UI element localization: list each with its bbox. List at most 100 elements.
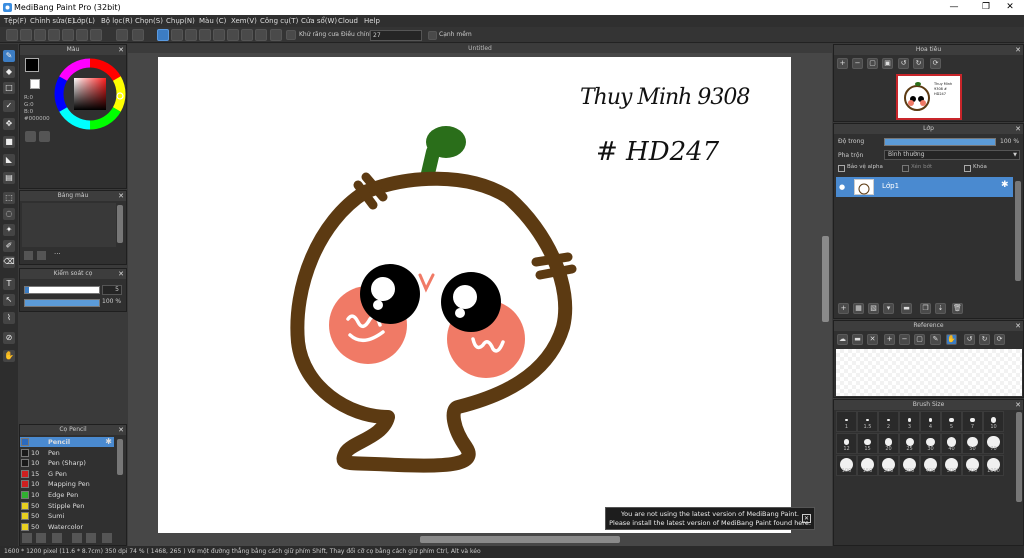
nav-fit-icon[interactable]: ▢ xyxy=(867,58,878,69)
color-wheel[interactable] xyxy=(54,58,126,130)
brush-size-preset[interactable]: 500 xyxy=(941,455,962,476)
delete-layer-icon[interactable]: 🗑 xyxy=(952,303,963,314)
adjust-select[interactable]: 27 xyxy=(370,30,422,41)
marquee-tool-icon[interactable]: ⬚ xyxy=(3,192,15,204)
brush-size-preset[interactable]: 10 xyxy=(983,411,1004,432)
nav-actual-size-icon[interactable]: ▣ xyxy=(882,58,893,69)
brush-size-preset[interactable]: 400 xyxy=(920,455,941,476)
brush-menu-icon[interactable] xyxy=(52,533,62,543)
divide-tool-icon[interactable]: ⌇ xyxy=(3,312,15,324)
drawing-canvas[interactable]: Thuy Minh 9308 # HD247 xyxy=(158,57,791,533)
nav-zoom-in-icon[interactable]: + xyxy=(837,58,848,69)
panel-close-icon[interactable]: ✕ xyxy=(118,425,124,435)
menu-select[interactable]: Chọn(S) xyxy=(135,15,163,27)
text-tool-icon[interactable]: T xyxy=(3,278,15,290)
move-tool-icon[interactable]: ✥ xyxy=(3,118,15,130)
eyedropper-tool-icon[interactable]: ⊘ xyxy=(3,332,15,344)
add-layer-icon[interactable]: + xyxy=(838,303,849,314)
redo-icon[interactable] xyxy=(132,29,144,41)
snap-parallel-icon[interactable] xyxy=(171,29,183,41)
menu-cloud[interactable]: Cloud xyxy=(338,15,358,27)
deselect-icon[interactable] xyxy=(76,29,88,41)
layer-menu-icon[interactable]: ▾ xyxy=(883,303,894,314)
reference-canvas[interactable] xyxy=(836,349,1022,396)
nav-rotate-right-icon[interactable]: ↻ xyxy=(913,58,924,69)
add-halftone-layer-icon[interactable]: ▦ xyxy=(853,303,864,314)
brush-size-preset[interactable]: 100 xyxy=(836,455,857,476)
blend-mode-select[interactable]: Bình thường ▼ xyxy=(884,150,1020,160)
menu-edit[interactable]: Chỉnh sửa(E) xyxy=(30,15,75,27)
snap-cross-icon[interactable] xyxy=(185,29,197,41)
secondary-color-swatch[interactable] xyxy=(30,79,40,89)
brush-size-preset[interactable]: 40 xyxy=(941,433,962,454)
cloud-icon[interactable] xyxy=(34,29,46,41)
open-file-icon[interactable] xyxy=(20,29,32,41)
ref-open-icon[interactable]: ▬ xyxy=(852,334,863,345)
menu-tools[interactable]: Công cụ(T) xyxy=(260,15,298,27)
brush-list-item[interactable]: 10 Pen (Sharp) xyxy=(20,458,114,468)
undo-icon[interactable] xyxy=(116,29,128,41)
update-notice[interactable]: You are not using the latest version of … xyxy=(605,507,815,530)
layer-opacity-slider[interactable] xyxy=(884,138,996,146)
snap-circle-icon[interactable] xyxy=(227,29,239,41)
nav-zoom-out-icon[interactable]: − xyxy=(852,58,863,69)
snap-vanishing-icon[interactable] xyxy=(199,29,211,41)
ref-zoom-in-icon[interactable]: + xyxy=(884,334,895,345)
brush-list-item[interactable]: 50 Stipple Pen xyxy=(20,501,114,511)
ref-rotate-right-icon[interactable]: ↻ xyxy=(979,334,990,345)
brush-size-preset[interactable]: 70 xyxy=(983,433,1004,454)
lock-checkbox[interactable] xyxy=(964,165,971,172)
brush-settings-gear-icon[interactable]: ✱ xyxy=(105,437,112,447)
brush-size-preset[interactable]: 25 xyxy=(899,433,920,454)
ref-rotate-left-icon[interactable]: ↺ xyxy=(964,334,975,345)
shape-tool-icon[interactable]: ■ xyxy=(3,136,15,148)
snap-curve-icon[interactable] xyxy=(241,29,253,41)
brush-opacity-slider[interactable] xyxy=(24,299,100,307)
save-icon[interactable] xyxy=(48,29,60,41)
new-file-icon[interactable] xyxy=(6,29,18,41)
palette-more-menu[interactable]: ··· xyxy=(54,250,61,258)
snap-settings-icon[interactable] xyxy=(255,29,267,41)
soft-edge-checkbox[interactable] xyxy=(428,31,437,40)
brush-list-item[interactable]: 10 Mapping Pen xyxy=(20,479,114,489)
brush-size-scrollbar[interactable] xyxy=(1016,412,1022,502)
ref-reset-icon[interactable]: ⟳ xyxy=(994,334,1005,345)
delete-palette-icon[interactable] xyxy=(37,251,46,260)
panel-close-icon[interactable]: ✕ xyxy=(118,269,124,279)
add-brush-icon[interactable] xyxy=(36,533,46,543)
canvas-vertical-scrollbar[interactable] xyxy=(822,236,829,322)
select-eraser-icon[interactable]: ⌫ xyxy=(3,256,15,268)
visibility-eye-icon[interactable]: ● xyxy=(839,183,845,191)
brush-size-slider[interactable] xyxy=(24,286,100,294)
ref-fit-icon[interactable]: ▢ xyxy=(914,334,925,345)
navigator-thumbnail[interactable]: Thuy Minh 9308 # HD247 xyxy=(896,74,962,120)
clipping-checkbox[interactable] xyxy=(902,165,909,172)
protect-alpha-checkbox[interactable] xyxy=(838,165,845,172)
brush-list-item[interactable]: 50 Watercolor xyxy=(20,522,114,532)
brush-size-preset[interactable]: 15 xyxy=(857,433,878,454)
nav-reset-icon[interactable]: ⟳ xyxy=(930,58,941,69)
brush-size-preset[interactable]: 20 xyxy=(878,433,899,454)
add-palette-icon[interactable] xyxy=(24,251,33,260)
select-pen-tool-icon[interactable]: ✐ xyxy=(3,240,15,252)
layer-settings-gear-icon[interactable]: ✱ xyxy=(1001,180,1009,190)
snap-off-icon[interactable] xyxy=(157,29,169,41)
color-settings-icon[interactable] xyxy=(39,131,50,142)
canvas-horizontal-scrollbar[interactable] xyxy=(420,536,620,543)
brush-size-preset[interactable]: 1000 xyxy=(983,455,1004,476)
ref-zoom-out-icon[interactable]: − xyxy=(899,334,910,345)
lasso-tool-icon[interactable]: ◌ xyxy=(3,208,15,220)
delete-brush-icon[interactable] xyxy=(102,533,112,543)
brush-size-preset[interactable]: 3 xyxy=(899,411,920,432)
merge-down-icon[interactable]: ⇣ xyxy=(935,303,946,314)
primary-color-swatch[interactable] xyxy=(25,58,39,72)
ref-close-icon[interactable]: ✕ xyxy=(867,334,878,345)
fill-icon[interactable] xyxy=(62,29,74,41)
magic-wand-icon[interactable]: ✦ xyxy=(3,224,15,236)
brush-folder-icon[interactable] xyxy=(72,533,82,543)
snap-radial-icon[interactable] xyxy=(213,29,225,41)
gradient-tool-icon[interactable]: ▤ xyxy=(3,172,15,184)
menu-file[interactable]: Tệp(F) xyxy=(4,15,27,27)
layer-row[interactable]: ● Lớp1 ✱ xyxy=(836,177,1013,197)
antialias-checkbox[interactable] xyxy=(286,30,296,40)
